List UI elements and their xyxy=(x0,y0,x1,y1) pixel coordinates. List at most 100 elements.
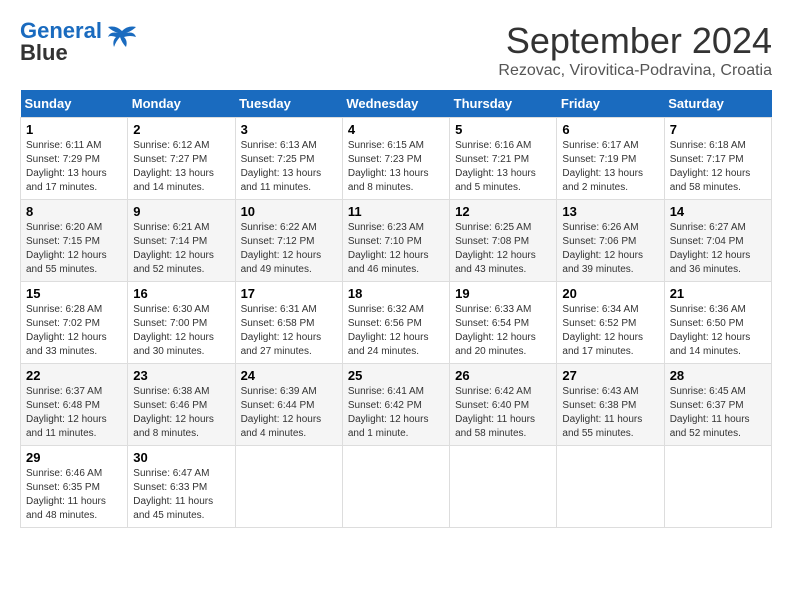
calendar-cell: 28Sunrise: 6:45 AM Sunset: 6:37 PM Dayli… xyxy=(664,364,771,446)
calendar-week-2: 8 Sunrise: 6:20 AM Sunset: 7:15 PM Daylig… xyxy=(21,200,772,282)
weekday-friday: Friday xyxy=(557,90,664,118)
calendar-cell: 12 Sunrise: 6:25 AM Sunset: 7:08 PM Dayli… xyxy=(450,200,557,282)
day-number: 3 xyxy=(241,122,337,137)
day-info: Sunrise: 6:34 AM Sunset: 6:52 PM Dayligh… xyxy=(562,303,658,359)
day-number: 24 xyxy=(241,368,337,383)
calendar-cell: 15Sunrise: 6:28 AM Sunset: 7:02 PM Dayli… xyxy=(21,282,128,364)
day-number: 29 xyxy=(26,450,122,465)
day-number: 20 xyxy=(562,286,658,301)
calendar-cell: 2Sunrise: 6:12 AM Sunset: 7:27 PM Daylig… xyxy=(128,118,235,200)
day-info: Sunrise: 6:25 AM Sunset: 7:08 PM Dayligh… xyxy=(455,221,551,277)
location-title: Rezovac, Virovitica-Podravina, Croatia xyxy=(498,62,772,80)
day-number: 9 xyxy=(133,204,229,219)
day-info: Sunrise: 6:21 AM Sunset: 7:14 PM Dayligh… xyxy=(133,221,229,277)
page-header: General Blue September 2024 Rezovac, Vir… xyxy=(20,20,772,80)
title-section: September 2024 Rezovac, Virovitica-Podra… xyxy=(498,20,772,80)
calendar-cell: 17 Sunrise: 6:31 AM Sunset: 6:58 PM Dayli… xyxy=(235,282,342,364)
day-number: 7 xyxy=(670,122,766,137)
calendar-cell xyxy=(342,446,449,528)
day-number: 8 xyxy=(26,204,122,219)
day-info: Sunrise: 6:42 AM Sunset: 6:40 PM Dayligh… xyxy=(455,385,551,441)
day-number: 6 xyxy=(562,122,658,137)
day-info: Sunrise: 6:39 AM Sunset: 6:44 PM Dayligh… xyxy=(241,385,337,441)
weekday-wednesday: Wednesday xyxy=(342,90,449,118)
day-info: Sunrise: 6:15 AM Sunset: 7:23 PM Dayligh… xyxy=(348,139,444,195)
weekday-header-row: SundayMondayTuesdayWednesdayThursdayFrid… xyxy=(21,90,772,118)
day-number: 13 xyxy=(562,204,658,219)
logo-bird-icon xyxy=(106,23,138,51)
calendar-week-3: 15Sunrise: 6:28 AM Sunset: 7:02 PM Dayli… xyxy=(21,282,772,364)
day-info: Sunrise: 6:11 AM Sunset: 7:29 PM Dayligh… xyxy=(26,139,122,195)
day-info: Sunrise: 6:47 AM Sunset: 6:33 PM Dayligh… xyxy=(133,467,229,523)
day-number: 4 xyxy=(348,122,444,137)
day-number: 21 xyxy=(670,286,766,301)
day-number: 2 xyxy=(133,122,229,137)
calendar-cell: 13Sunrise: 6:26 AM Sunset: 7:06 PM Dayli… xyxy=(557,200,664,282)
day-number: 22 xyxy=(26,368,122,383)
calendar-cell: 6 Sunrise: 6:17 AM Sunset: 7:19 PM Daylig… xyxy=(557,118,664,200)
calendar-cell: 20 Sunrise: 6:34 AM Sunset: 6:52 PM Dayli… xyxy=(557,282,664,364)
day-number: 25 xyxy=(348,368,444,383)
day-info: Sunrise: 6:30 AM Sunset: 7:00 PM Dayligh… xyxy=(133,303,229,359)
calendar-cell: 7 Sunrise: 6:18 AM Sunset: 7:17 PM Daylig… xyxy=(664,118,771,200)
calendar-cell: 16 Sunrise: 6:30 AM Sunset: 7:00 PM Dayli… xyxy=(128,282,235,364)
weekday-tuesday: Tuesday xyxy=(235,90,342,118)
day-info: Sunrise: 6:13 AM Sunset: 7:25 PM Dayligh… xyxy=(241,139,337,195)
calendar-cell: 4 Sunrise: 6:15 AM Sunset: 7:23 PM Daylig… xyxy=(342,118,449,200)
day-number: 30 xyxy=(133,450,229,465)
day-number: 1 xyxy=(26,122,122,137)
day-info: Sunrise: 6:37 AM Sunset: 6:48 PM Dayligh… xyxy=(26,385,122,441)
calendar-cell: 25 Sunrise: 6:41 AM Sunset: 6:42 PM Dayli… xyxy=(342,364,449,446)
calendar-table: SundayMondayTuesdayWednesdayThursdayFrid… xyxy=(20,90,772,528)
day-number: 18 xyxy=(348,286,444,301)
logo: General Blue xyxy=(20,20,138,64)
day-info: Sunrise: 6:18 AM Sunset: 7:17 PM Dayligh… xyxy=(670,139,766,195)
day-info: Sunrise: 6:17 AM Sunset: 7:19 PM Dayligh… xyxy=(562,139,658,195)
day-info: Sunrise: 6:38 AM Sunset: 6:46 PM Dayligh… xyxy=(133,385,229,441)
day-info: Sunrise: 6:32 AM Sunset: 6:56 PM Dayligh… xyxy=(348,303,444,359)
calendar-cell: 3 Sunrise: 6:13 AM Sunset: 7:25 PM Daylig… xyxy=(235,118,342,200)
calendar-cell: 11 Sunrise: 6:23 AM Sunset: 7:10 PM Dayli… xyxy=(342,200,449,282)
day-info: Sunrise: 6:46 AM Sunset: 6:35 PM Dayligh… xyxy=(26,467,122,523)
calendar-cell: 27 Sunrise: 6:43 AM Sunset: 6:38 PM Dayli… xyxy=(557,364,664,446)
day-number: 5 xyxy=(455,122,551,137)
calendar-cell: 9 Sunrise: 6:21 AM Sunset: 7:14 PM Daylig… xyxy=(128,200,235,282)
day-info: Sunrise: 6:43 AM Sunset: 6:38 PM Dayligh… xyxy=(562,385,658,441)
day-number: 26 xyxy=(455,368,551,383)
day-info: Sunrise: 6:20 AM Sunset: 7:15 PM Dayligh… xyxy=(26,221,122,277)
calendar-cell: 21Sunrise: 6:36 AM Sunset: 6:50 PM Dayli… xyxy=(664,282,771,364)
day-number: 14 xyxy=(670,204,766,219)
calendar-week-4: 22 Sunrise: 6:37 AM Sunset: 6:48 PM Dayli… xyxy=(21,364,772,446)
logo-text: General Blue xyxy=(20,20,102,64)
day-number: 28 xyxy=(670,368,766,383)
calendar-cell xyxy=(450,446,557,528)
calendar-cell xyxy=(557,446,664,528)
calendar-cell xyxy=(664,446,771,528)
calendar-cell: 29 Sunrise: 6:46 AM Sunset: 6:35 PM Dayli… xyxy=(21,446,128,528)
calendar-cell: 10 Sunrise: 6:22 AM Sunset: 7:12 PM Dayli… xyxy=(235,200,342,282)
day-info: Sunrise: 6:41 AM Sunset: 6:42 PM Dayligh… xyxy=(348,385,444,441)
day-number: 23 xyxy=(133,368,229,383)
day-info: Sunrise: 6:23 AM Sunset: 7:10 PM Dayligh… xyxy=(348,221,444,277)
calendar-week-5: 29 Sunrise: 6:46 AM Sunset: 6:35 PM Dayli… xyxy=(21,446,772,528)
day-number: 27 xyxy=(562,368,658,383)
calendar-cell: 26 Sunrise: 6:42 AM Sunset: 6:40 PM Dayli… xyxy=(450,364,557,446)
day-info: Sunrise: 6:31 AM Sunset: 6:58 PM Dayligh… xyxy=(241,303,337,359)
weekday-monday: Monday xyxy=(128,90,235,118)
day-number: 11 xyxy=(348,204,444,219)
day-number: 16 xyxy=(133,286,229,301)
day-number: 10 xyxy=(241,204,337,219)
weekday-thursday: Thursday xyxy=(450,90,557,118)
weekday-sunday: Sunday xyxy=(21,90,128,118)
calendar-cell: 24 Sunrise: 6:39 AM Sunset: 6:44 PM Dayli… xyxy=(235,364,342,446)
calendar-cell: 19Sunrise: 6:33 AM Sunset: 6:54 PM Dayli… xyxy=(450,282,557,364)
day-number: 19 xyxy=(455,286,551,301)
day-number: 17 xyxy=(241,286,337,301)
day-info: Sunrise: 6:27 AM Sunset: 7:04 PM Dayligh… xyxy=(670,221,766,277)
calendar-cell: 18 Sunrise: 6:32 AM Sunset: 6:56 PM Dayli… xyxy=(342,282,449,364)
day-info: Sunrise: 6:22 AM Sunset: 7:12 PM Dayligh… xyxy=(241,221,337,277)
calendar-cell: 5Sunrise: 6:16 AM Sunset: 7:21 PM Daylig… xyxy=(450,118,557,200)
calendar-week-1: 1 Sunrise: 6:11 AM Sunset: 7:29 PM Daylig… xyxy=(21,118,772,200)
day-number: 12 xyxy=(455,204,551,219)
calendar-cell xyxy=(235,446,342,528)
